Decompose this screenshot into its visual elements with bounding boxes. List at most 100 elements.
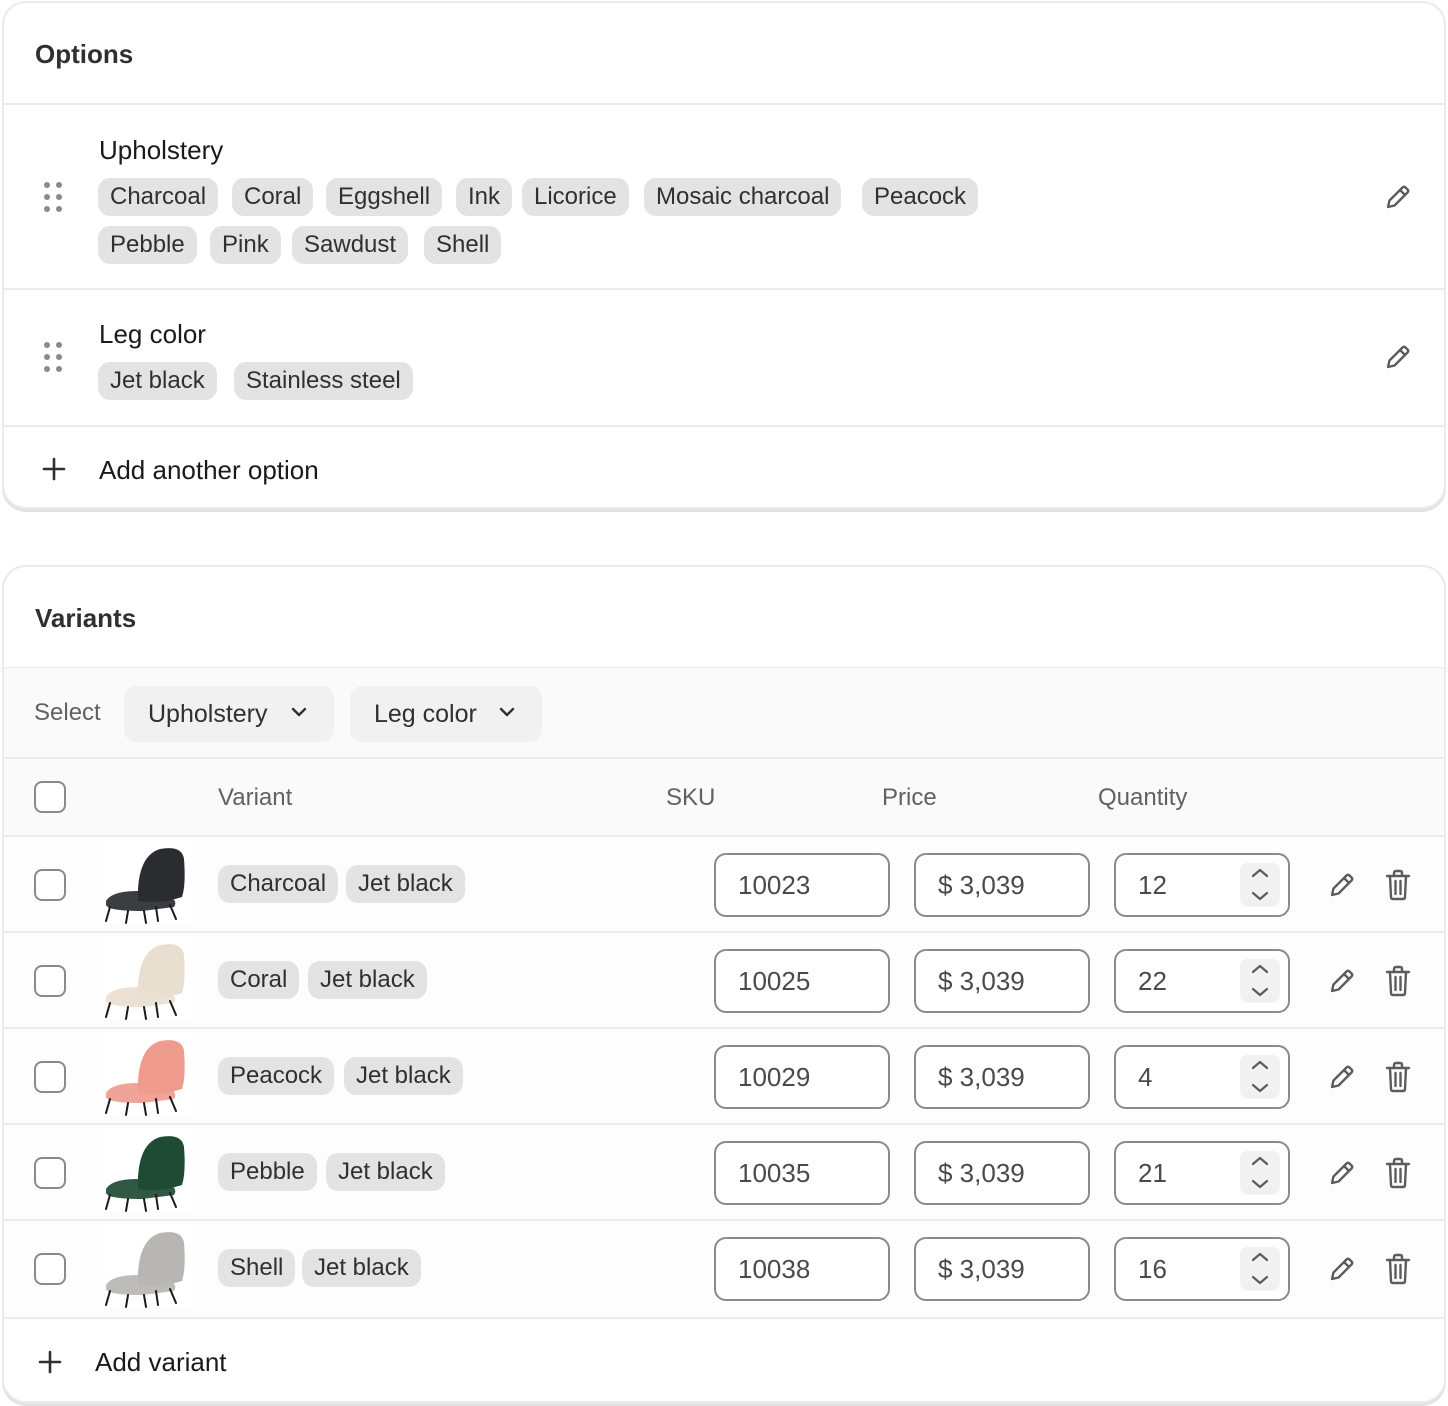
- chevron-down-icon[interactable]: [1250, 1274, 1270, 1286]
- chevron-up-icon[interactable]: [1250, 867, 1270, 879]
- filter-leg-color-dropdown[interactable]: Leg color: [350, 686, 542, 742]
- quantity-value: 22: [1138, 966, 1167, 996]
- chevron-up-icon[interactable]: [1250, 1059, 1270, 1071]
- variant-thumbnail: [98, 1225, 194, 1309]
- price-input[interactable]: $ 3,039: [914, 1237, 1090, 1301]
- sku-input[interactable]: 10035: [714, 1141, 890, 1205]
- row-checkbox[interactable]: [34, 965, 66, 997]
- pencil-icon[interactable]: [1327, 966, 1357, 996]
- quantity-value: 12: [1138, 870, 1167, 900]
- option-value-tag: Pebble: [98, 226, 197, 264]
- quantity-value: 4: [1138, 1062, 1153, 1092]
- variant-upholstery-tag: Shell: [218, 1249, 296, 1287]
- trash-icon[interactable]: [1384, 1061, 1412, 1093]
- price-input[interactable]: $ 3,039: [914, 1141, 1090, 1205]
- option-value-tag: Mosaic charcoal: [644, 178, 842, 216]
- variant-upholstery-tag: Coral: [218, 961, 300, 999]
- variant-leg-tag: Jet black: [346, 865, 465, 903]
- variant-thumbnail: [98, 1033, 194, 1117]
- column-header-variant: Variant: [218, 784, 293, 811]
- variants-title: Variants: [35, 603, 137, 633]
- options-card: Options Upholstery Charcoal Coral Eggshe…: [2, 1, 1446, 509]
- pencil-icon[interactable]: [1327, 870, 1357, 900]
- quantity-stepper[interactable]: 12: [1114, 853, 1290, 917]
- add-variant-label: Add variant: [95, 1347, 227, 1377]
- option-value-tag: Sawdust: [292, 226, 409, 264]
- chevron-down-icon: [499, 707, 515, 717]
- column-header-price: Price: [882, 784, 937, 811]
- options-title: Options: [35, 39, 134, 69]
- chevron-down-icon: [291, 707, 307, 717]
- plus-icon: [42, 457, 66, 481]
- variant-leg-tag: Jet black: [344, 1057, 463, 1095]
- chevron-down-icon[interactable]: [1250, 1082, 1270, 1094]
- price-input[interactable]: $ 3,039: [914, 853, 1090, 917]
- chevron-up-down-icon[interactable]: [1240, 959, 1280, 1003]
- chevron-down-icon[interactable]: [1250, 1178, 1270, 1190]
- plus-icon: [38, 1350, 62, 1374]
- price-input[interactable]: $ 3,039: [914, 949, 1090, 1013]
- quantity-stepper[interactable]: 16: [1114, 1237, 1290, 1301]
- column-header-sku: SKU: [666, 784, 716, 811]
- option-value-tag: Jet black: [98, 362, 217, 400]
- add-option-label: Add another option: [99, 455, 319, 485]
- divider: [4, 288, 1444, 290]
- quantity-value: 16: [1138, 1254, 1167, 1284]
- option-value-tag: Eggshell: [326, 178, 443, 216]
- variant-thumbnail: [98, 1129, 194, 1213]
- pencil-icon[interactable]: [1327, 1254, 1357, 1284]
- pencil-icon[interactable]: [1383, 182, 1413, 212]
- option-value-tag: Ink: [456, 178, 513, 216]
- sku-input[interactable]: 10025: [714, 949, 890, 1013]
- price-input[interactable]: $ 3,039: [914, 1045, 1090, 1109]
- chevron-up-down-icon[interactable]: [1240, 1247, 1280, 1291]
- chevron-up-down-icon[interactable]: [1240, 1055, 1280, 1099]
- chevron-up-icon[interactable]: [1250, 963, 1270, 975]
- sku-input[interactable]: 10038: [714, 1237, 890, 1301]
- quantity-stepper[interactable]: 21: [1114, 1141, 1290, 1205]
- option-name: Upholstery: [99, 135, 224, 165]
- variant-leg-tag: Jet black: [308, 961, 427, 999]
- variant-leg-tag: Jet black: [302, 1249, 421, 1287]
- variant-thumbnail: [98, 841, 194, 925]
- chevron-up-icon[interactable]: [1250, 1155, 1270, 1167]
- row-checkbox[interactable]: [34, 1061, 66, 1093]
- option-value-tag: Shell: [424, 226, 502, 264]
- sku-input[interactable]: 10029: [714, 1045, 890, 1109]
- sku-input[interactable]: 10023: [714, 853, 890, 917]
- drag-handle-icon[interactable]: [42, 342, 66, 374]
- quantity-value: 21: [1138, 1158, 1167, 1188]
- divider: [4, 425, 1444, 427]
- pencil-icon[interactable]: [1383, 342, 1413, 372]
- trash-icon[interactable]: [1384, 869, 1412, 901]
- quantity-stepper[interactable]: 22: [1114, 949, 1290, 1013]
- option-value-tag: Pink: [210, 226, 281, 264]
- chevron-down-icon[interactable]: [1250, 890, 1270, 902]
- chevron-down-icon[interactable]: [1250, 986, 1270, 998]
- dropdown-label: Upholstery: [148, 700, 268, 728]
- row-checkbox[interactable]: [34, 1157, 66, 1189]
- chevron-up-down-icon[interactable]: [1240, 863, 1280, 907]
- quantity-stepper[interactable]: 4: [1114, 1045, 1290, 1109]
- option-name: Leg color: [99, 319, 206, 349]
- option-value-tag: Charcoal: [98, 178, 219, 216]
- divider: [4, 1317, 1444, 1319]
- drag-handle-icon[interactable]: [42, 182, 66, 214]
- chevron-up-down-icon[interactable]: [1240, 1151, 1280, 1195]
- variant-upholstery-tag: Pebble: [218, 1153, 317, 1191]
- option-value-tag: Licorice: [522, 178, 629, 216]
- row-checkbox[interactable]: [34, 1253, 66, 1285]
- chevron-up-icon[interactable]: [1250, 1251, 1270, 1263]
- pencil-icon[interactable]: [1327, 1062, 1357, 1092]
- row-checkbox[interactable]: [34, 869, 66, 901]
- option-value-tag: Coral: [232, 178, 314, 216]
- pencil-icon[interactable]: [1327, 1158, 1357, 1188]
- divider: [4, 757, 1444, 759]
- select-all-checkbox[interactable]: [34, 781, 66, 813]
- trash-icon[interactable]: [1384, 1157, 1412, 1189]
- trash-icon[interactable]: [1384, 965, 1412, 997]
- variant-upholstery-tag: Charcoal: [218, 865, 339, 903]
- filter-upholstery-dropdown[interactable]: Upholstery: [124, 686, 334, 742]
- variant-leg-tag: Jet black: [326, 1153, 445, 1191]
- trash-icon[interactable]: [1384, 1253, 1412, 1285]
